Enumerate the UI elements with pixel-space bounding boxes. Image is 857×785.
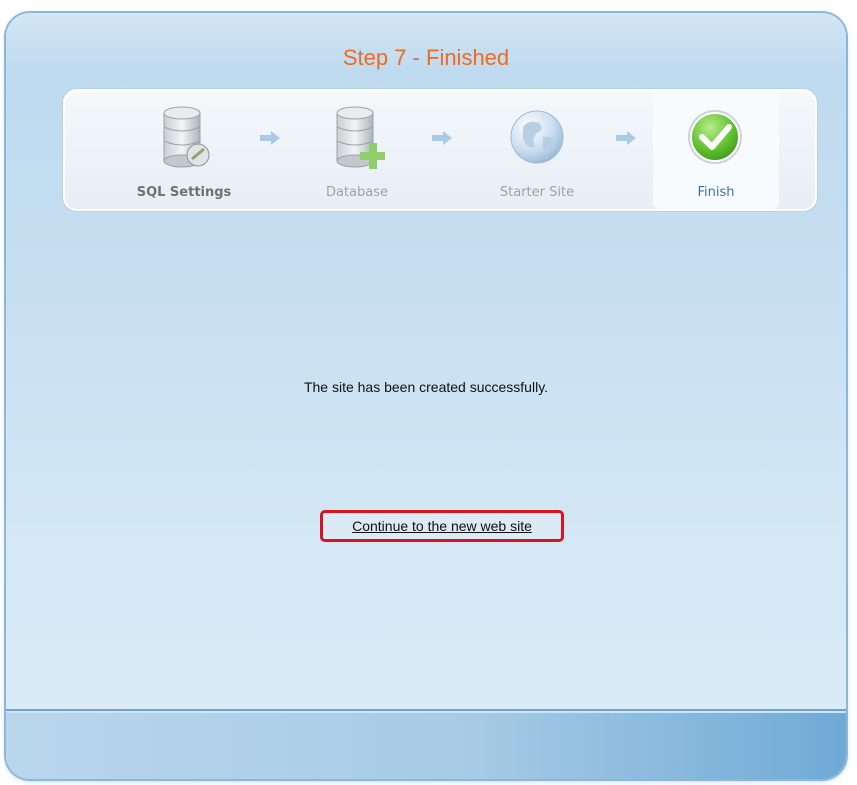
database-settings-icon <box>163 106 210 168</box>
arrow-right-icon <box>432 131 452 145</box>
wizard-steps-panel: SQL Settings Database Starter Site Finis… <box>63 89 817 211</box>
arrow-right-icon <box>616 131 636 145</box>
page-title: Step 7 - Finished <box>342 45 510 70</box>
step-label: Database <box>325 185 389 200</box>
step-label: SQL Settings <box>136 185 232 200</box>
globe-icon <box>510 110 564 164</box>
setup-wizard-window: Step 7 - Finished SQL Settings Database … <box>6 13 846 779</box>
continue-link-highlight: Continue to the new web site <box>320 510 564 542</box>
step-database: Database <box>292 91 422 209</box>
checkmark-icon <box>688 110 742 164</box>
continue-to-site-link[interactable]: Continue to the new web site <box>352 518 532 534</box>
footer-bar <box>6 709 846 779</box>
step-starter-site: Starter Site <box>472 91 602 209</box>
step-label: Starter Site <box>499 185 575 200</box>
step-finish: Finish <box>653 91 779 209</box>
arrow-right-icon <box>260 131 280 145</box>
step-sql-settings: SQL Settings <box>119 91 249 209</box>
step-label: Finish <box>697 185 735 200</box>
success-message: The site has been created successfully. <box>303 379 549 395</box>
database-add-icon <box>336 106 385 169</box>
